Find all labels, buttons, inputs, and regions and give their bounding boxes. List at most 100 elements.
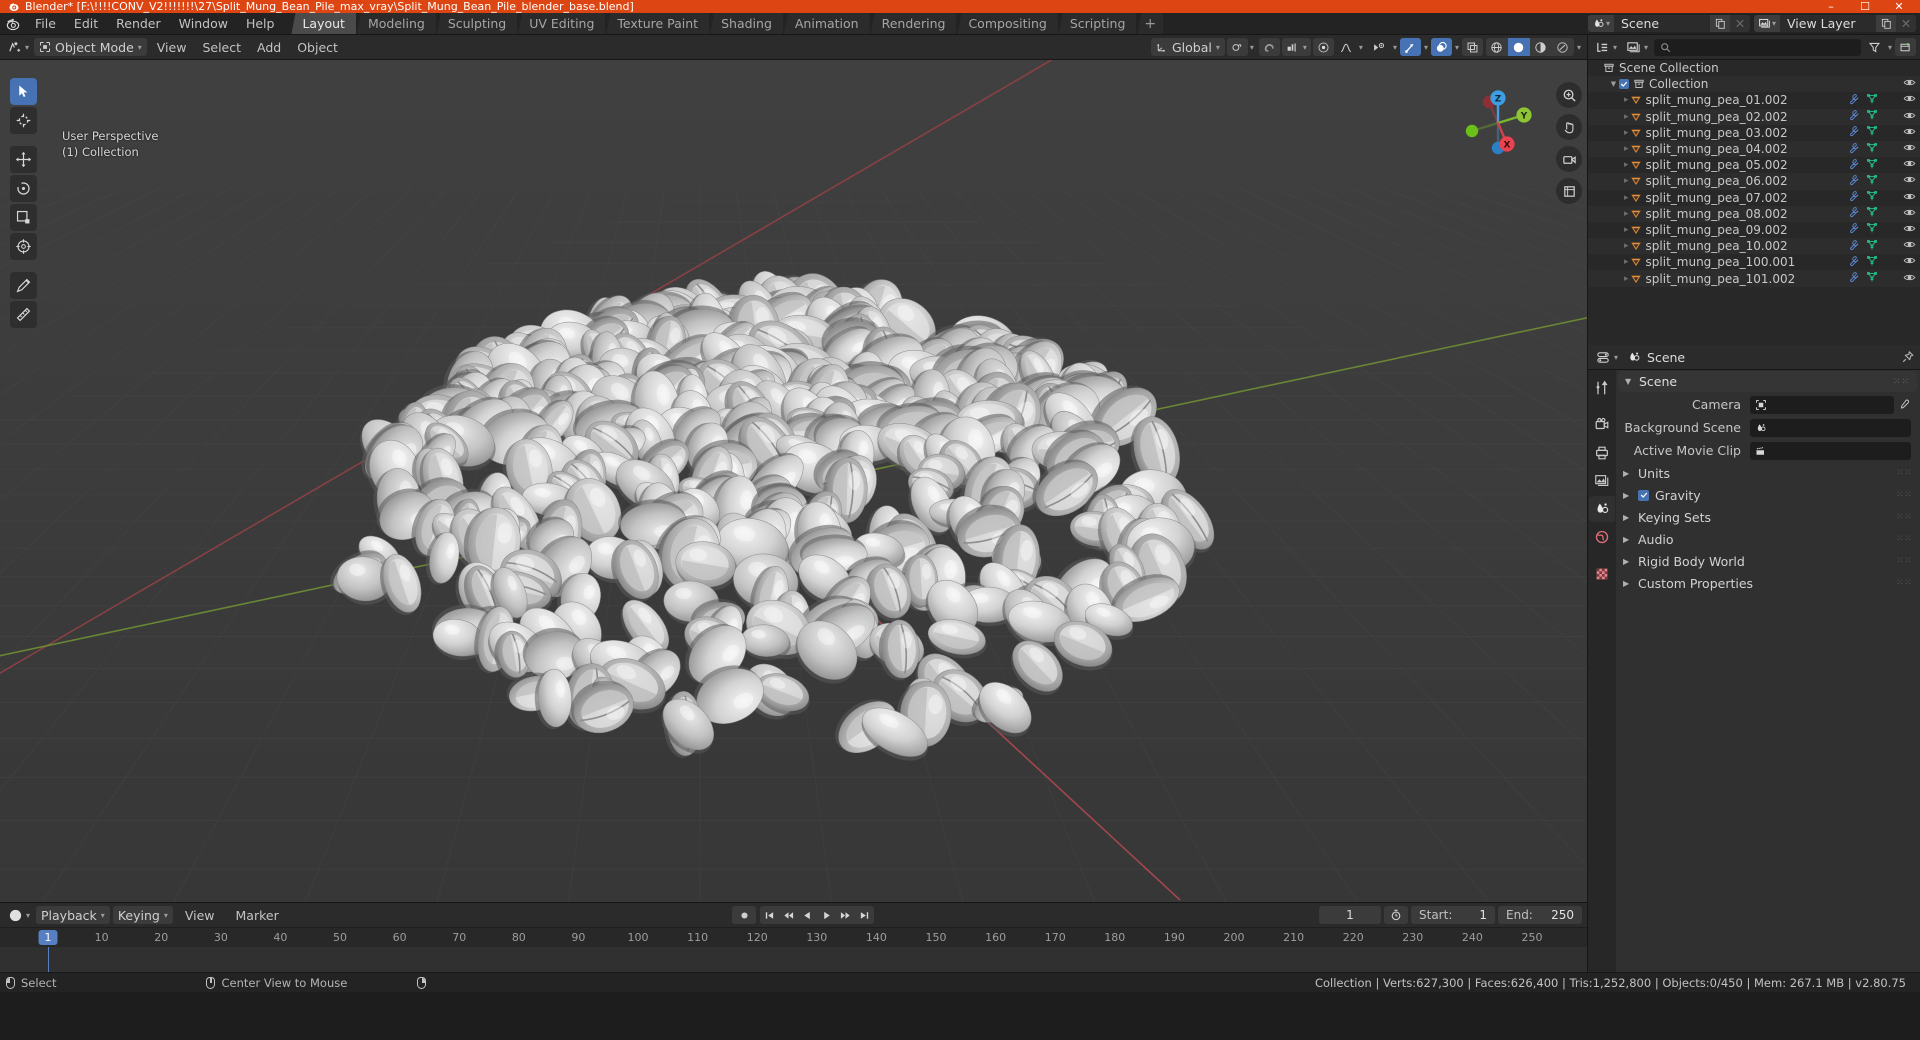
modifier-icon[interactable] (1848, 190, 1860, 205)
play-button[interactable] (817, 906, 836, 924)
previous-keyframe-button[interactable] (779, 906, 798, 924)
modifier-icon[interactable] (1848, 206, 1860, 221)
outliner-row[interactable]: Scene Collection (1588, 60, 1920, 76)
eye-icon[interactable] (1903, 141, 1916, 157)
viewport-menu-object[interactable]: Object (289, 40, 346, 55)
menu-edit[interactable]: Edit (65, 13, 107, 34)
jump-to-start-button[interactable] (760, 906, 779, 924)
tab-shading[interactable]: Shading (710, 13, 783, 34)
expand-arrow-icon[interactable]: ▼ (1608, 80, 1619, 88)
outliner-row[interactable]: ▼ Collection (1588, 76, 1920, 93)
mesh-data-icon[interactable] (1866, 255, 1878, 270)
viewlayer-selector[interactable]: ▾ View Layer ✕ (1754, 15, 1916, 32)
modifier-icon[interactable] (1848, 142, 1860, 157)
maximize-button[interactable]: ☐ (1848, 0, 1882, 13)
menu-render[interactable]: Render (107, 13, 170, 34)
shading-solid-button[interactable] (1507, 38, 1530, 56)
properties-section-header[interactable]: ▶ Audio ⁙⁙ (1616, 529, 1920, 549)
tab-tool-icon[interactable] (1589, 375, 1615, 401)
tab-modeling[interactable]: Modeling (356, 13, 436, 34)
modifier-icon[interactable] (1848, 255, 1860, 270)
end-frame-field[interactable]: End: 250 (1498, 906, 1582, 924)
timeline-editor-type[interactable]: ▾ (5, 906, 34, 924)
editor-type-selector[interactable]: ▾ (4, 38, 33, 56)
modifier-icon[interactable] (1848, 93, 1860, 108)
shading-material-button[interactable] (1530, 38, 1552, 56)
camera-view-icon[interactable] (1556, 146, 1582, 172)
mesh-data-icon[interactable] (1866, 93, 1878, 108)
timeline-menu-view[interactable]: View (176, 908, 224, 923)
tab-viewlayer-icon[interactable] (1589, 468, 1615, 494)
outliner-row[interactable]: ▸ split_mung_pea_05.002 (1588, 157, 1920, 173)
menu-window[interactable]: Window (170, 13, 237, 34)
properties-editor-type[interactable]: ▾ (1593, 348, 1622, 366)
filter-icon[interactable] (1864, 38, 1885, 56)
eye-icon[interactable] (1903, 173, 1916, 189)
play-reverse-button[interactable] (798, 906, 817, 924)
snap-to-selector[interactable]: ▾ (1281, 38, 1311, 56)
camera-eyedropper-icon[interactable] (1895, 396, 1912, 414)
eye-icon[interactable] (1903, 92, 1916, 108)
properties-section-header[interactable]: ▶ Custom Properties ⁙⁙ (1616, 573, 1920, 593)
eye-icon[interactable] (1903, 222, 1916, 238)
transport-buttons[interactable] (760, 906, 875, 924)
eye-icon[interactable] (1903, 76, 1916, 92)
tab-world-icon[interactable] (1589, 524, 1615, 550)
tool-transform[interactable] (10, 233, 37, 260)
mesh-data-icon[interactable] (1866, 125, 1878, 140)
eye-icon[interactable] (1903, 271, 1916, 287)
new-scene-button[interactable] (1710, 15, 1730, 32)
eye-icon[interactable] (1903, 157, 1916, 173)
mesh-data-icon[interactable] (1866, 109, 1878, 124)
modifier-icon[interactable] (1848, 174, 1860, 189)
close-button[interactable]: ✕ (1882, 0, 1916, 13)
mesh-data-icon[interactable] (1866, 206, 1878, 221)
eye-icon[interactable] (1903, 190, 1916, 206)
tool-scale[interactable] (10, 204, 37, 231)
window-controls[interactable]: – ☐ ✕ (1814, 0, 1916, 13)
eye-icon[interactable] (1903, 206, 1916, 222)
pivot-point-selector[interactable] (1226, 38, 1248, 56)
shading-wireframe-button[interactable] (1486, 38, 1508, 56)
modifier-icon[interactable] (1848, 271, 1860, 286)
properties-section-header[interactable]: ▶ Gravity ⁙⁙ (1616, 485, 1920, 505)
new-collection-button[interactable] (1895, 38, 1916, 56)
modifier-icon[interactable] (1848, 158, 1860, 173)
menu-help[interactable]: Help (237, 13, 284, 34)
pin-icon[interactable] (1901, 350, 1915, 364)
panel-scene-header[interactable]: ▼ Scene ⁙⁙ (1618, 371, 1917, 392)
tool-cursor[interactable] (10, 107, 37, 134)
overlays-toggle[interactable] (1430, 38, 1452, 56)
active-movie-clip-field[interactable] (1750, 441, 1911, 460)
mesh-data-icon[interactable] (1866, 142, 1878, 157)
outliner-row[interactable]: ▸ split_mung_pea_101.002 (1588, 270, 1920, 287)
mesh-data-icon[interactable] (1866, 158, 1878, 173)
mesh-data-icon[interactable] (1866, 271, 1878, 286)
tab-render-icon[interactable] (1589, 412, 1615, 438)
navigation-gizmo[interactable]: Z Y X (1457, 82, 1539, 164)
modifier-icon[interactable] (1848, 239, 1860, 254)
modifier-icon[interactable] (1848, 125, 1860, 140)
viewlayer-name[interactable]: View Layer (1780, 16, 1876, 31)
transform-orientation-selector[interactable]: Global ▾ (1151, 38, 1225, 56)
collection-checkbox[interactable] (1619, 79, 1629, 90)
outliner-display-mode[interactable]: ▾ (1623, 38, 1652, 56)
snap-magnet-toggle[interactable] (1258, 38, 1280, 56)
tab-rendering[interactable]: Rendering (870, 13, 957, 34)
delete-scene-button[interactable]: ✕ (1730, 15, 1750, 32)
mesh-data-icon[interactable] (1866, 222, 1878, 237)
mesh-data-icon[interactable] (1866, 174, 1878, 189)
outliner-row[interactable]: ▸ split_mung_pea_07.002 (1588, 190, 1920, 206)
outliner-row[interactable]: ▸ split_mung_pea_06.002 (1588, 173, 1920, 190)
jump-to-end-button[interactable] (855, 906, 874, 924)
viewport-menu-view[interactable]: View (149, 40, 195, 55)
current-frame-field[interactable]: 1 (1319, 906, 1381, 924)
tab-output-icon[interactable] (1589, 440, 1615, 466)
tool-move[interactable] (10, 146, 37, 173)
outliner-row[interactable]: ▸ split_mung_pea_08.002 (1588, 205, 1920, 222)
tool-select-box[interactable] (10, 78, 37, 105)
scene-name[interactable]: Scene (1614, 16, 1710, 31)
section-enable-checkbox[interactable] (1638, 489, 1649, 501)
auto-keying-button[interactable] (1384, 906, 1408, 924)
outliner-row[interactable]: ▸ split_mung_pea_01.002 (1588, 92, 1920, 108)
